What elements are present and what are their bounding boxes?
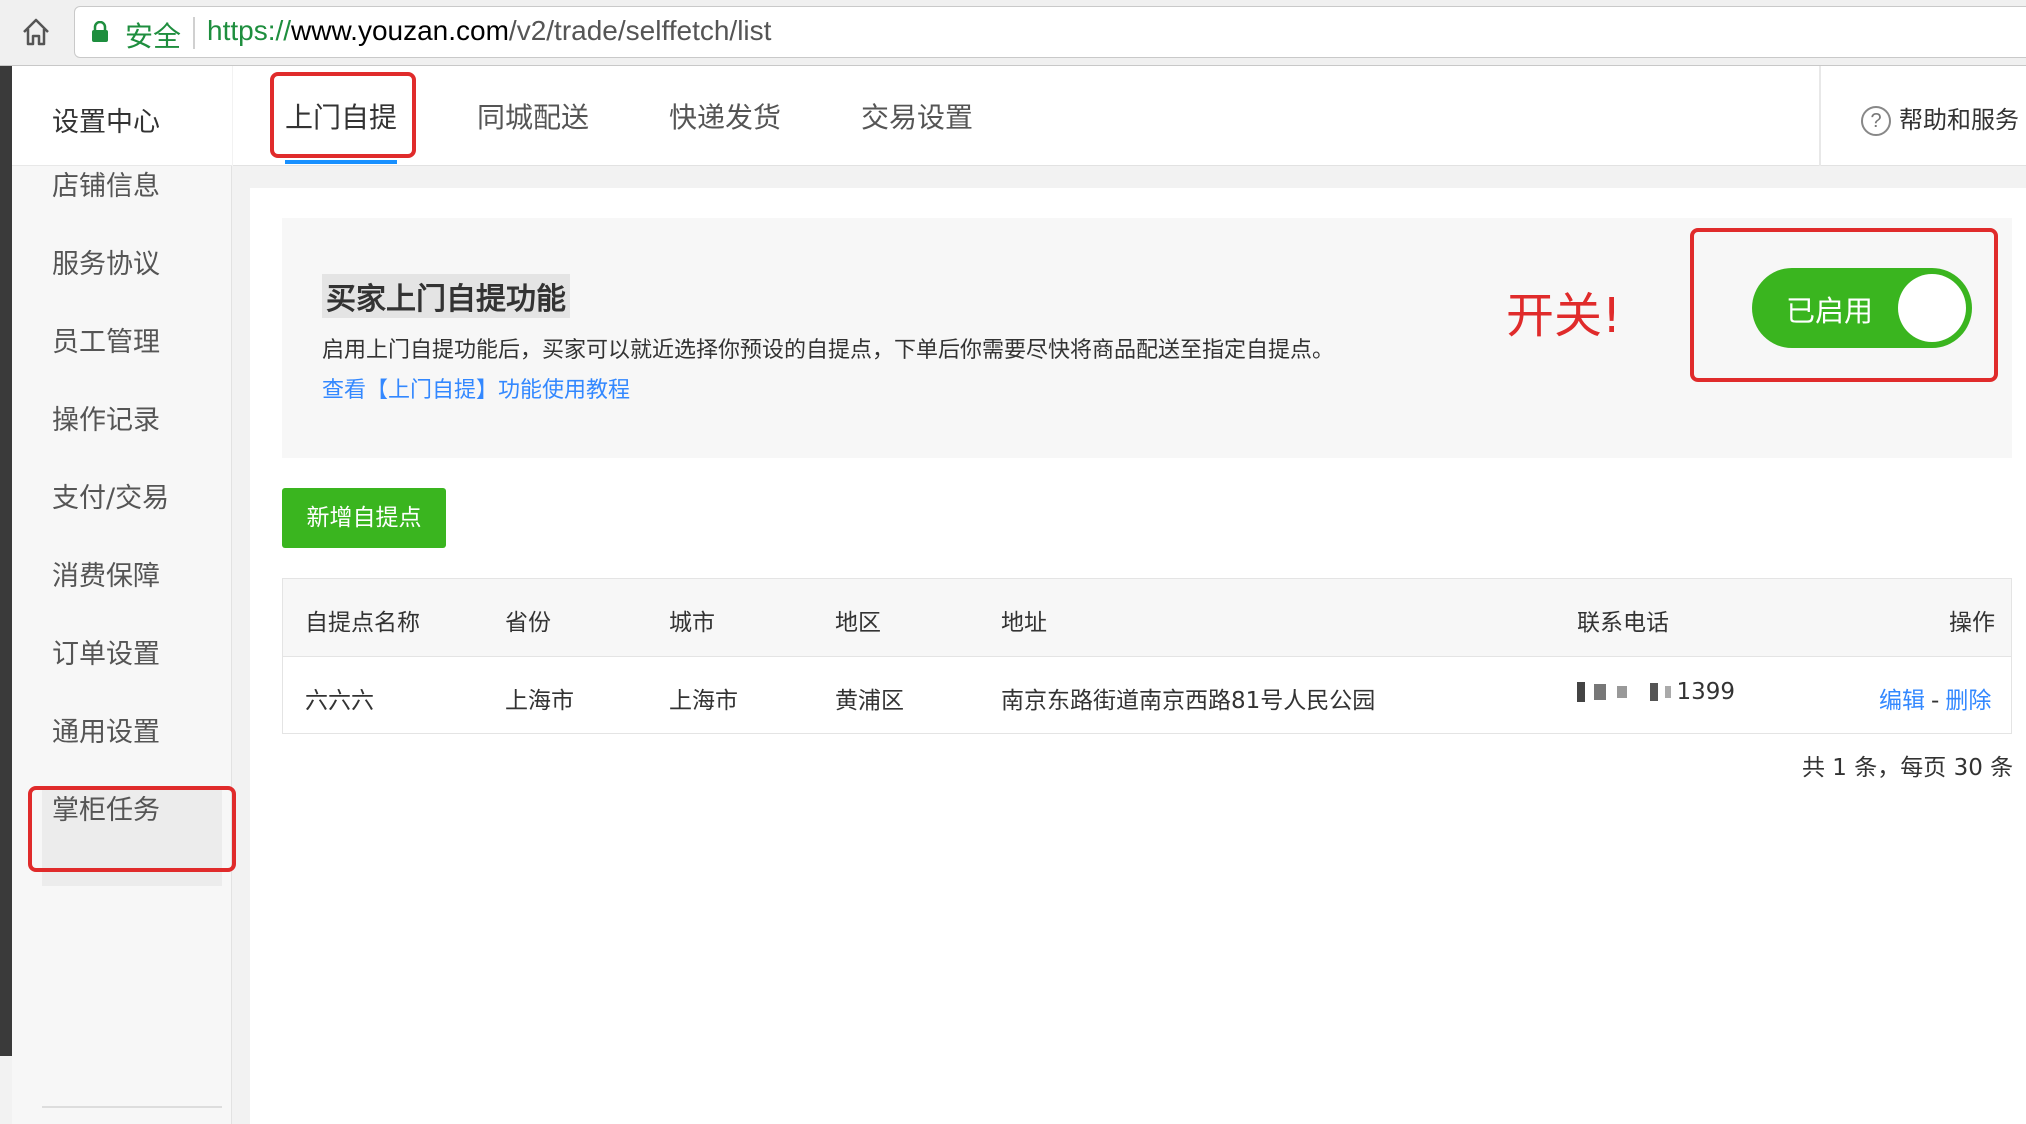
toggle-knob [1898,274,1966,342]
cell-actions: 编辑 - 删除 [1879,681,1991,715]
lock-icon [92,21,108,42]
edit-link[interactable]: 编辑 [1879,688,1925,714]
toggle-label: 已启用 [1786,294,1874,328]
sidebar-title: 设置中心 [52,107,160,138]
redacted-block [1617,686,1628,698]
redacted-block [1577,682,1585,702]
top-tab-bar: 上门自提 同城配送 快递发货 交易设置 ? 帮助和服务 [233,66,2026,166]
feature-description: 启用上门自提功能后，买家可以就近选择你预设的自提点，下单后你需要尽快将商品配送至… [322,338,1335,363]
cell-district: 黄浦区 [835,688,904,714]
cell-phone: 1399 [1577,679,1735,709]
cell-city: 上海市 [669,688,738,714]
sidebar-item-staff[interactable]: 员工管理 [52,320,160,359]
sidebar-item-general-settings[interactable]: 通用设置 [52,710,160,749]
column-header-phone: 联系电话 [1577,610,1669,636]
active-tab-indicator [285,160,397,164]
phone-visible-digits: 1399 [1676,679,1736,705]
tab-trade-settings[interactable]: 交易设置 [861,96,973,136]
delete-link[interactable]: 删除 [1945,688,1991,714]
sidebar: 设置中心 店铺信息 服务协议 员工管理 操作记录 支付/交易 消费保障 订单设置… [12,66,232,1124]
redacted-block [1665,686,1672,698]
enable-toggle[interactable]: 已启用 [1752,268,1972,348]
address-bar[interactable]: 安全 https://www.youzan.com/v2/trade/selff… [74,6,2026,58]
column-header-actions: 操作 [1949,610,1995,636]
cell-name: 六六六 [305,688,374,714]
url-text[interactable]: https://www.youzan.com/v2/trade/selffetc… [207,15,771,47]
question-circle-icon: ? [1861,106,1891,136]
feature-title: 买家上门自提功能 [322,274,570,318]
sidebar-item-store-info[interactable]: 店铺信息 [52,164,160,203]
sidebar-item-service-agreement[interactable]: 服务协议 [52,242,160,281]
table-header: 自提点名称 省份 城市 地区 地址 联系电话 操作 [283,579,2011,657]
tutorial-link[interactable]: 查看【上门自提】功能使用教程 [322,372,630,404]
tab-self-pickup[interactable]: 上门自提 [285,96,397,136]
column-header-name: 自提点名称 [305,610,420,636]
column-header-city: 城市 [669,610,715,636]
sidebar-item-consumer-protection[interactable]: 消费保障 [52,554,160,593]
cell-province: 上海市 [505,688,574,714]
column-header-province: 省份 [505,610,551,636]
left-edge-strip [0,66,12,1056]
column-header-district: 地区 [835,610,881,636]
address-divider [193,17,195,49]
help-and-service-link[interactable]: ? 帮助和服务 [1861,100,2019,136]
nav-divider [1819,66,1821,166]
secure-label: 安全 [125,20,182,53]
sidebar-item-owner-tasks[interactable]: 掌柜任务 [52,788,160,827]
add-pickup-point-button[interactable]: 新增自提点 [282,488,446,548]
home-icon[interactable] [18,14,54,50]
sidebar-item-order-settings[interactable]: 订单设置 [52,632,160,671]
pagination-summary: 共 1 条，每页 30 条 [1802,755,2014,781]
sidebar-divider [42,1106,222,1108]
redacted-block [1650,683,1659,701]
action-separator: - [1931,688,1940,714]
browser-toolbar: 安全 https://www.youzan.com/v2/trade/selff… [0,0,2026,66]
sidebar-item-payment[interactable]: 支付/交易 [52,476,169,515]
redacted-block [1594,684,1607,700]
app-root: 安全 https://www.youzan.com/v2/trade/selff… [0,0,2026,1124]
tab-express-shipping[interactable]: 快递发货 [669,96,781,136]
annotation-text: 开关! [1506,288,1622,344]
pickup-points-table: 自提点名称 省份 城市 地区 地址 联系电话 操作 六六六 上海市 上海市 黄浦… [282,578,2012,734]
sidebar-item-operation-log[interactable]: 操作记录 [52,398,160,437]
tab-local-delivery[interactable]: 同城配送 [477,96,589,136]
cell-address: 南京东路街道南京西路81号人民公园 [1001,688,1376,714]
column-header-address: 地址 [1001,610,1047,636]
